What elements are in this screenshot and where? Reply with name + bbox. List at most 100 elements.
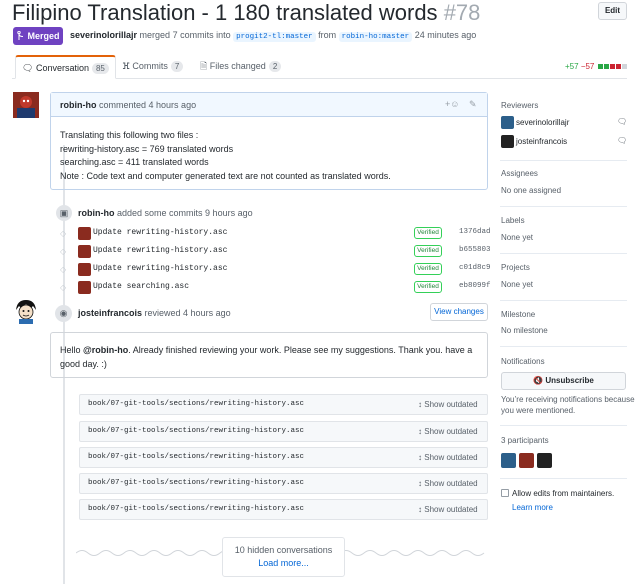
- comment-author-line: robin-ho commented 4 hours ago: [60, 100, 196, 110]
- reviewer-avatar[interactable]: [501, 135, 514, 148]
- assignees-heading[interactable]: Assignees: [501, 169, 538, 178]
- verified-badge[interactable]: Verified: [414, 227, 442, 239]
- labels-heading[interactable]: Labels: [501, 216, 525, 225]
- tab-commits-label: Commits: [132, 61, 168, 71]
- file-path[interactable]: book/07-git-tools/sections/rewriting-his…: [88, 505, 304, 513]
- commit-row: ◇ Update searching.asc Verified eb8099f: [60, 280, 491, 296]
- reviewer-name[interactable]: josteinfrancois: [516, 137, 567, 146]
- sidebar-divider: [500, 206, 627, 207]
- verified-badge[interactable]: Verified: [414, 281, 442, 293]
- commit-message[interactable]: Update searching.asc: [93, 282, 189, 291]
- tab-conversation[interactable]: 🗨 Conversation 85: [15, 55, 116, 79]
- commit-sha[interactable]: b655803: [459, 246, 491, 254]
- load-more-link[interactable]: Load more...: [223, 558, 344, 568]
- show-outdated-label: Show outdated: [424, 427, 478, 436]
- commits-event-author[interactable]: robin-ho: [78, 208, 115, 218]
- commit-message[interactable]: Update rewriting-history.asc: [93, 246, 227, 255]
- commits-event-action: added some commits 9 hours ago: [117, 208, 253, 218]
- tab-files-label: Files changed: [209, 61, 266, 71]
- allow-edits-checkbox[interactable]: [501, 489, 509, 497]
- diff-additions: +57: [565, 62, 579, 71]
- commit-sha[interactable]: c01d8c9: [459, 264, 491, 272]
- show-outdated-button[interactable]: ↕ Show outdated: [418, 400, 478, 409]
- commit-dot-icon: ◇: [60, 283, 67, 292]
- review-comment-icon: 🗨: [617, 136, 628, 145]
- show-outdated-button[interactable]: ↕ Show outdated: [418, 479, 478, 488]
- review-comment-icon: 🗨: [617, 117, 628, 126]
- file-path[interactable]: book/07-git-tools/sections/rewriting-his…: [88, 453, 304, 461]
- commit-avatar[interactable]: [78, 227, 91, 240]
- review-body-prefix: Hello: [60, 345, 84, 355]
- diff-block: [597, 64, 603, 69]
- pr-title-text: Filipino Translation - 1 180 translated …: [12, 0, 438, 25]
- add-reaction-icon[interactable]: +☺: [445, 99, 459, 109]
- comment-header: robin-ho commented 4 hours ago +☺ ✎: [51, 93, 487, 117]
- participant-avatar[interactable]: [519, 453, 534, 468]
- sidebar-divider: [500, 160, 627, 161]
- commit-sha[interactable]: 1376dad: [459, 228, 491, 236]
- review-body: Hello @robin-ho. Already finished review…: [60, 343, 480, 371]
- participant-avatar[interactable]: [501, 453, 516, 468]
- head-branch[interactable]: robin-ho:master: [338, 32, 413, 42]
- reviewer-name[interactable]: severinolorillajr: [516, 118, 569, 127]
- diff-block: [621, 64, 627, 69]
- file-path[interactable]: book/07-git-tools/sections/rewriting-his…: [88, 400, 304, 408]
- reviewer-avatar[interactable]: [501, 116, 514, 129]
- projects-heading[interactable]: Projects: [501, 263, 530, 272]
- avatar-robin-ho[interactable]: [13, 92, 39, 118]
- commit-dot-icon: ◇: [60, 229, 67, 238]
- commit-avatar[interactable]: [78, 245, 91, 258]
- verified-badge[interactable]: Verified: [414, 245, 442, 257]
- participant-avatar[interactable]: [537, 453, 552, 468]
- comment-action: commented 4 hours ago: [99, 100, 197, 110]
- show-outdated-button[interactable]: ↕ Show outdated: [418, 427, 478, 436]
- review-author[interactable]: josteinfrancois: [78, 308, 142, 318]
- learn-more-link[interactable]: Learn more: [512, 503, 553, 512]
- comment-line: searching.asc = 411 translated words: [60, 157, 209, 167]
- commits-event: robin-ho added some commits 9 hours ago: [78, 208, 253, 218]
- unfold-icon: ↕: [418, 453, 422, 462]
- show-outdated-label: Show outdated: [424, 453, 478, 462]
- projects-value: None yet: [501, 280, 534, 289]
- comment-line: Translating this following two files :: [60, 130, 199, 140]
- edit-button[interactable]: Edit: [598, 2, 627, 20]
- pr-author-link[interactable]: severinolorillajr: [70, 30, 137, 40]
- mention-link[interactable]: @robin-ho: [83, 345, 128, 355]
- base-branch[interactable]: progit2-tl:master: [233, 32, 316, 42]
- commit-message[interactable]: Update rewriting-history.asc: [93, 264, 227, 273]
- tab-files-changed[interactable]: 🗎 Files changed 2: [200, 55, 282, 79]
- file-path[interactable]: book/07-git-tools/sections/rewriting-his…: [88, 479, 304, 487]
- merged-label: Merged: [27, 31, 60, 41]
- commit-row: ◇ Update rewriting-history.asc Verified …: [60, 244, 491, 260]
- milestone-heading[interactable]: Milestone: [501, 310, 535, 319]
- unsubscribe-label: Unsubscribe: [545, 376, 594, 385]
- unfold-icon: ↕: [418, 479, 422, 488]
- unsubscribe-button[interactable]: 🔇 Unsubscribe: [501, 372, 626, 390]
- comment-author[interactable]: robin-ho: [60, 100, 97, 110]
- repo-push-icon: ▣: [56, 205, 72, 221]
- outdated-file-row: book/07-git-tools/sections/rewriting-his…: [79, 394, 488, 415]
- tab-files-count: 2: [268, 61, 282, 72]
- verified-badge[interactable]: Verified: [414, 263, 442, 275]
- tab-commits-count: 7: [170, 61, 184, 72]
- reviewers-heading[interactable]: Reviewers: [501, 101, 538, 110]
- file-path[interactable]: book/07-git-tools/sections/rewriting-his…: [88, 427, 304, 435]
- avatar-josteinfrancois[interactable]: [13, 298, 39, 324]
- commit-avatar[interactable]: [78, 263, 91, 276]
- edit-pencil-icon[interactable]: ✎: [469, 99, 477, 110]
- review-event: josteinfrancois reviewed 4 hours ago: [78, 308, 231, 318]
- from-word: from: [318, 30, 337, 40]
- comment-body: Translating this following two files : r…: [60, 129, 391, 183]
- commit-sha[interactable]: eb8099f: [459, 282, 491, 290]
- commit-avatar[interactable]: [78, 281, 91, 294]
- unfold-icon: ↕: [418, 427, 422, 436]
- show-outdated-label: Show outdated: [424, 479, 478, 488]
- outdated-file-row: book/07-git-tools/sections/rewriting-his…: [79, 499, 488, 520]
- show-outdated-button[interactable]: ↕ Show outdated: [418, 505, 478, 514]
- tab-commits[interactable]: ⴼ Commits 7: [122, 55, 184, 79]
- show-outdated-button[interactable]: ↕ Show outdated: [418, 453, 478, 462]
- view-changes-button[interactable]: View changes: [430, 303, 488, 321]
- commit-message[interactable]: Update rewriting-history.asc: [93, 228, 227, 237]
- show-outdated-label: Show outdated: [424, 505, 478, 514]
- sidebar-divider: [500, 478, 627, 479]
